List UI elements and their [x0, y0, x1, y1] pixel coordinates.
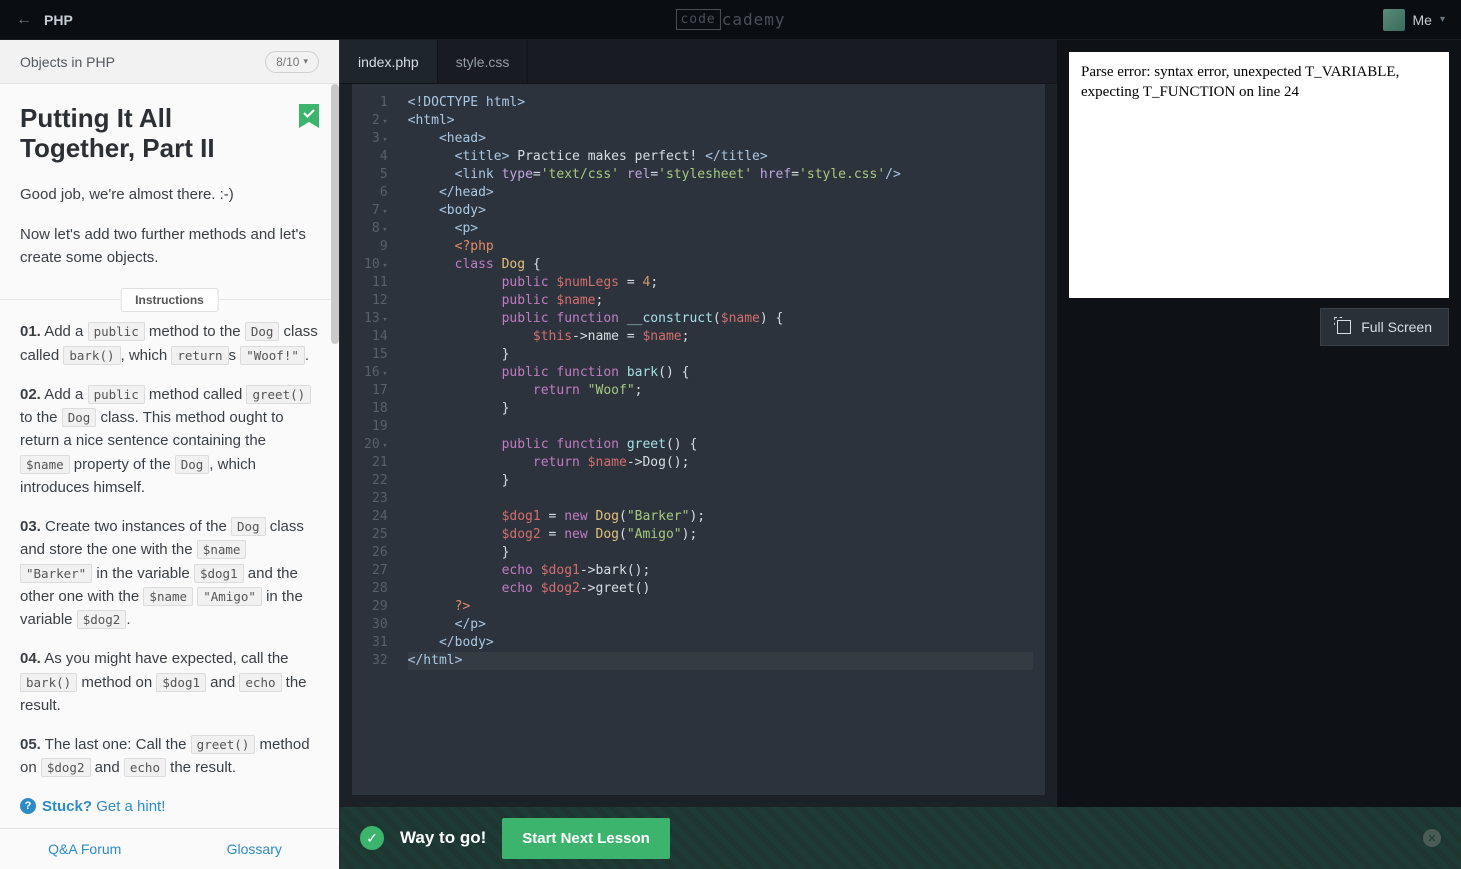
- fullscreen-label: Full Screen: [1361, 319, 1432, 335]
- scrollbar[interactable]: [331, 84, 339, 344]
- editor-area: index.php style.css 1 2▾ 3▾ 4 5 6 7▾ 8▾ …: [340, 40, 1057, 807]
- output-frame: Parse error: syntax error, unexpected T_…: [1069, 52, 1449, 298]
- success-message: Way to go!: [400, 828, 486, 848]
- left-panel: Objects in PHP 8/10 ▾ Putting It All Tog…: [0, 40, 340, 869]
- fullscreen-button[interactable]: Full Screen: [1320, 308, 1449, 346]
- header-left: ← PHP: [16, 11, 73, 29]
- left-panel-body: Putting It All Together, Part II Good jo…: [0, 84, 339, 828]
- start-next-button[interactable]: Start Next Lesson: [502, 818, 670, 859]
- check-icon: ✓: [360, 826, 384, 850]
- editor-row: index.php style.css 1 2▾ 3▾ 4 5 6 7▾ 8▾ …: [340, 40, 1461, 807]
- instructions-divider: Instructions: [0, 299, 339, 300]
- lesson-intro-2: Now let's add two further methods and le…: [20, 224, 319, 269]
- output-error-text: Parse error: syntax error, unexpected T_…: [1081, 64, 1399, 100]
- fullscreen-icon: [1337, 320, 1351, 334]
- code-editor[interactable]: 1 2▾ 3▾ 4 5 6 7▾ 8▾ 9 10▾ 11 12 13▾ 14: [352, 84, 1045, 795]
- logo[interactable]: codecademy: [675, 9, 785, 30]
- user-label: Me: [1413, 12, 1432, 28]
- instruction-3: 03. Create two instances of the Dog clas…: [20, 515, 319, 631]
- tab-style[interactable]: style.css: [438, 40, 529, 83]
- qa-forum-link[interactable]: Q&A Forum: [0, 829, 170, 869]
- avatar: [1383, 9, 1405, 31]
- instruction-2: 02. Add a public method called greet() t…: [20, 383, 319, 499]
- chevron-down-icon: ▾: [1440, 14, 1445, 25]
- logo-tail: cademy: [722, 10, 786, 29]
- bookmark-icon[interactable]: [299, 104, 319, 132]
- instructions-label: Instructions: [120, 288, 219, 312]
- main: Objects in PHP 8/10 ▾ Putting It All Tog…: [0, 40, 1461, 869]
- bottom-left: ✓ Way to go! Start Next Lesson: [360, 818, 670, 859]
- question-icon: ?: [20, 798, 36, 814]
- middle-column: index.php style.css 1 2▾ 3▾ 4 5 6 7▾ 8▾ …: [340, 40, 1461, 869]
- progress-pill[interactable]: 8/10 ▾: [265, 51, 319, 73]
- instruction-5: 05. The last one: Call the greet() metho…: [20, 733, 319, 780]
- top-header: ← PHP codecademy Me ▾: [0, 0, 1461, 40]
- glossary-link[interactable]: Glossary: [170, 829, 340, 869]
- tabs: index.php style.css: [340, 40, 1057, 84]
- instruction-1: 01. Add a public method to the Dog class…: [20, 320, 319, 367]
- back-arrow-icon[interactable]: ←: [16, 11, 32, 29]
- left-footer: Q&A Forum Glossary: [0, 828, 339, 869]
- bottom-bar: ✓ Way to go! Start Next Lesson ✕: [340, 807, 1461, 869]
- tab-index[interactable]: index.php: [340, 40, 438, 83]
- chevron-down-icon: ▾: [303, 56, 308, 67]
- left-panel-header: Objects in PHP 8/10 ▾: [0, 40, 339, 84]
- close-icon[interactable]: ✕: [1423, 829, 1441, 847]
- output-panel: Parse error: syntax error, unexpected T_…: [1057, 40, 1461, 807]
- logo-box: code: [675, 9, 720, 30]
- lesson-title: Putting It All Together, Part II: [20, 104, 289, 164]
- instruction-4: 04. As you might have expected, call the…: [20, 647, 319, 717]
- progress-text: 8/10: [276, 55, 299, 69]
- topic-title: Objects in PHP: [20, 54, 115, 70]
- language-label: PHP: [44, 12, 73, 28]
- lesson-intro-1: Good job, we're almost there. :-): [20, 184, 319, 207]
- user-menu[interactable]: Me ▾: [1383, 9, 1445, 31]
- code-lines[interactable]: <!DOCTYPE html> <html> <head> <title> Pr…: [396, 84, 1045, 795]
- hint-link[interactable]: ? Stuck? Get a hint!: [20, 798, 319, 815]
- gutter: 1 2▾ 3▾ 4 5 6 7▾ 8▾ 9 10▾ 11 12 13▾ 14: [352, 84, 396, 795]
